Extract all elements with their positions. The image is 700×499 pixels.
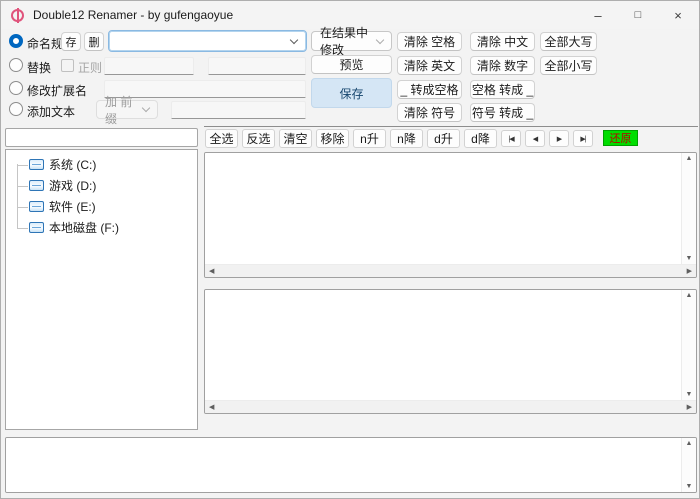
- clear-list-button[interactable]: 清空: [279, 129, 312, 148]
- naming-rule-input[interactable]: [109, 34, 291, 48]
- select-all-button[interactable]: 全选: [205, 129, 238, 148]
- clear-english-button[interactable]: 清除 英文: [397, 56, 462, 75]
- path-input[interactable]: [5, 128, 198, 147]
- vertical-scrollbar[interactable]: ▲ ▼: [681, 153, 696, 264]
- list-content: [205, 290, 681, 400]
- next-page-icon[interactable]: ▶: [549, 130, 569, 147]
- chevron-down-icon: [376, 35, 384, 43]
- close-icon[interactable]: ×: [658, 1, 698, 29]
- chevron-down-icon: [290, 35, 298, 43]
- tree-item-drive-e[interactable]: 软件 (E:): [6, 196, 197, 217]
- scroll-right-icon[interactable]: ▶: [687, 267, 692, 275]
- prev-page-icon[interactable]: ◀: [525, 130, 545, 147]
- maximize-icon[interactable]: □: [618, 1, 658, 29]
- remove-button[interactable]: 移除: [316, 129, 349, 148]
- restore-button[interactable]: 还原: [603, 130, 638, 146]
- extension-label: 修改扩展名: [27, 82, 87, 99]
- date-descending-button[interactable]: d降: [464, 129, 497, 148]
- minimize-icon[interactable]: –: [578, 1, 618, 29]
- original-names-list[interactable]: ▲ ▼ ◀ ▶: [204, 152, 697, 278]
- save-button[interactable]: 保存: [311, 78, 392, 108]
- uppercase-button[interactable]: 全部大写: [540, 32, 597, 51]
- clear-space-button[interactable]: 清除 空格: [397, 32, 462, 51]
- log-box[interactable]: ▲ ▼: [5, 437, 697, 493]
- app-window: Double12 Renamer - by gufengaoyue – □ × …: [0, 0, 700, 499]
- drive-tree: 系统 (C:) 游戏 (D:) 软件 (E:) 本地磁盘 (F:): [5, 149, 198, 430]
- name-ascending-button[interactable]: n升: [353, 129, 386, 148]
- add-text-label: 添加文本: [27, 103, 75, 120]
- radio-add-text[interactable]: [9, 102, 23, 116]
- list-toolbar: 全选 反选 清空 移除 n升 n降 d升 d降 |◀ ◀ ▶ ▶|: [205, 129, 593, 148]
- toolbar-separator: [204, 126, 698, 127]
- chevron-down-icon: [142, 104, 150, 112]
- scroll-up-icon[interactable]: ▲: [686, 292, 693, 299]
- rule-delete-button[interactable]: 删: [84, 32, 104, 51]
- replace-label: 替换: [27, 59, 51, 76]
- drive-icon: [29, 159, 44, 170]
- underscore-to-space-button[interactable]: _ 转成空格: [397, 80, 462, 99]
- regex-checkbox[interactable]: [61, 59, 74, 72]
- radio-extension[interactable]: [9, 81, 23, 95]
- list-content: [205, 153, 681, 264]
- last-page-icon[interactable]: ▶|: [573, 130, 593, 147]
- vertical-scrollbar[interactable]: ▲ ▼: [681, 290, 696, 400]
- horizontal-scrollbar[interactable]: ◀ ▶: [205, 264, 696, 277]
- window-title: Double12 Renamer - by gufengaoyue: [33, 8, 233, 22]
- scroll-down-icon[interactable]: ▼: [686, 391, 693, 398]
- tree-item-drive-c[interactable]: 系统 (C:): [6, 154, 197, 175]
- scroll-left-icon[interactable]: ◀: [209, 267, 214, 275]
- date-ascending-button[interactable]: d升: [427, 129, 460, 148]
- window-controls: – □ ×: [578, 1, 698, 29]
- space-to-underscore-button[interactable]: 空格 转成 _: [470, 80, 535, 99]
- app-icon: [11, 9, 24, 22]
- preview-names-list[interactable]: ▲ ▼ ◀ ▶: [204, 289, 697, 414]
- tree-item-label: 本地磁盘 (F:): [49, 219, 119, 236]
- rule-save-button[interactable]: 存: [61, 32, 81, 51]
- clear-chinese-button[interactable]: 清除 中文: [470, 32, 535, 51]
- name-descending-button[interactable]: n降: [390, 129, 423, 148]
- scroll-left-icon[interactable]: ◀: [209, 403, 214, 411]
- scroll-right-icon[interactable]: ▶: [687, 403, 692, 411]
- tree-item-drive-d[interactable]: 游戏 (D:): [6, 175, 197, 196]
- tree-item-drive-f[interactable]: 本地磁盘 (F:): [6, 217, 197, 238]
- preview-button[interactable]: 预览: [311, 55, 392, 74]
- drive-icon: [29, 201, 44, 212]
- invert-selection-button[interactable]: 反选: [242, 129, 275, 148]
- scroll-down-icon[interactable]: ▼: [686, 483, 693, 490]
- first-page-icon[interactable]: |◀: [501, 130, 521, 147]
- regex-label: 正则: [78, 59, 102, 76]
- scroll-down-icon[interactable]: ▼: [686, 255, 693, 262]
- replace-find-field[interactable]: [104, 57, 194, 75]
- vertical-scrollbar[interactable]: ▲ ▼: [681, 438, 696, 492]
- horizontal-scrollbar[interactable]: ◀ ▶: [205, 400, 696, 413]
- lowercase-button[interactable]: 全部小写: [540, 56, 597, 75]
- scroll-up-icon[interactable]: ▲: [686, 155, 693, 162]
- naming-rule-combobox[interactable]: [108, 30, 307, 52]
- drive-icon: [29, 180, 44, 191]
- result-mode-value: 在结果中修改: [320, 24, 377, 58]
- result-mode-dropdown[interactable]: 在结果中修改: [311, 31, 392, 51]
- symbol-to-underscore-button[interactable]: 符号 转成 _: [470, 103, 535, 122]
- radio-naming-rule[interactable]: [9, 34, 23, 48]
- scroll-up-icon[interactable]: ▲: [686, 440, 693, 447]
- log-content: [6, 438, 681, 492]
- tree-item-label: 系统 (C:): [49, 156, 96, 173]
- clear-symbols-button[interactable]: 清除 符号: [397, 103, 462, 122]
- drive-icon: [29, 222, 44, 233]
- tree-item-label: 游戏 (D:): [49, 177, 96, 194]
- radio-replace[interactable]: [9, 58, 23, 72]
- prefix-mode-value: 加 前缀: [105, 93, 143, 127]
- prefix-mode-dropdown[interactable]: 加 前缀: [96, 100, 158, 119]
- clear-digits-button[interactable]: 清除 数字: [470, 56, 535, 75]
- add-text-field[interactable]: [171, 101, 306, 119]
- replace-with-field[interactable]: [208, 57, 306, 75]
- tree-item-label: 软件 (E:): [49, 198, 96, 215]
